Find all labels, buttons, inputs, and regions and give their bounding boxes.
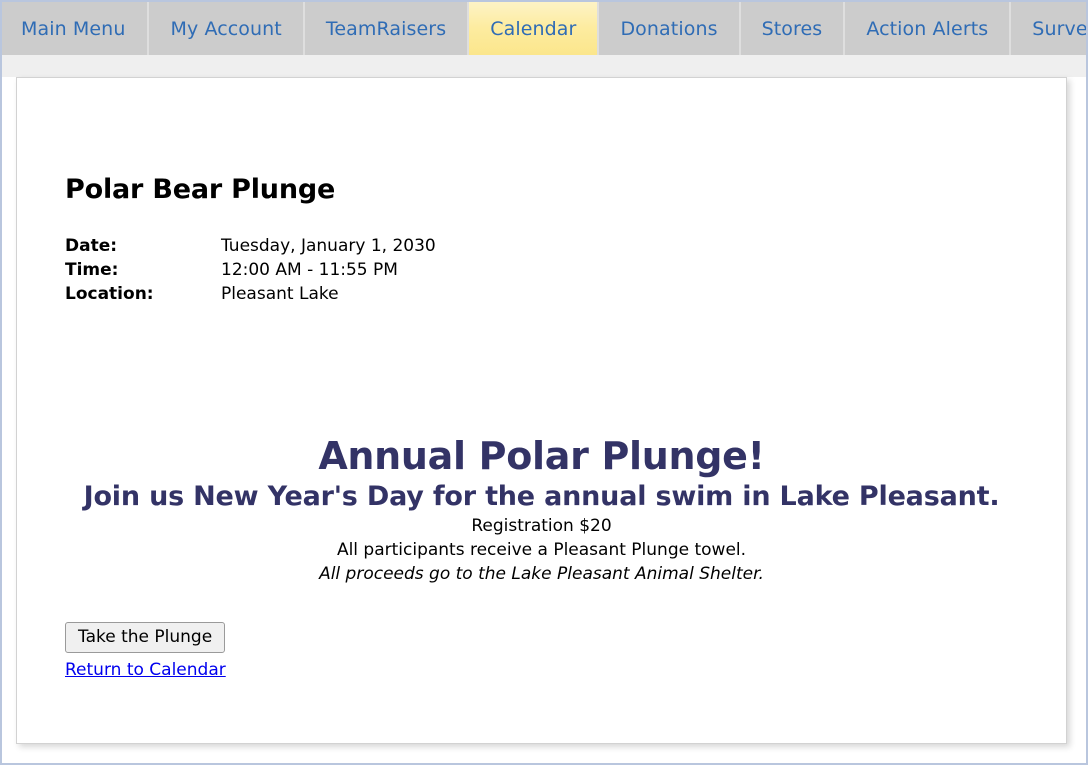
return-to-calendar-link[interactable]: Return to Calendar <box>65 659 226 681</box>
tab-main-menu[interactable]: Main Menu <box>2 2 150 55</box>
detail-value-time: 12:00 AM - 11:55 PM <box>221 260 398 280</box>
tab-survey[interactable]: Survey <box>1011 2 1088 55</box>
tab-label: Calendar <box>490 17 577 40</box>
content-panel-inner: Polar Bear Plunge Date: Tuesday, January… <box>17 78 1066 743</box>
browser-page: Main Menu My Account TeamRaisers Calenda… <box>0 0 1088 765</box>
action-area: Take the Plunge Return to Calendar <box>65 622 226 681</box>
tab-teamraisers[interactable]: TeamRaisers <box>304 2 470 55</box>
tab-action-alerts[interactable]: Action Alerts <box>845 2 1012 55</box>
tab-bar-underband <box>2 55 1086 77</box>
content-panel: Polar Bear Plunge Date: Tuesday, January… <box>16 77 1067 744</box>
tab-stores[interactable]: Stores <box>740 2 846 55</box>
detail-label-date: Date: <box>65 236 118 256</box>
tab-label: Donations <box>620 17 718 40</box>
promo-block: Annual Polar Plunge! Join us New Year's … <box>17 433 1066 586</box>
promo-headline: Annual Polar Plunge! <box>318 434 765 478</box>
tab-label: Action Alerts <box>866 17 989 40</box>
detail-label-time: Time: <box>65 260 119 280</box>
tab-label: Stores <box>761 17 823 40</box>
table-row: Date: Tuesday, January 1, 2030 <box>65 234 436 258</box>
tab-calendar[interactable]: Calendar <box>469 2 600 55</box>
tab-label: My Account <box>170 17 282 40</box>
tab-label: Main Menu <box>21 17 126 40</box>
calendar-link-row: Return to Calendar <box>65 653 226 681</box>
primary-nav-tabs: Main Menu My Account TeamRaisers Calenda… <box>2 2 1086 55</box>
detail-label-location: Location: <box>65 284 154 304</box>
tab-donations[interactable]: Donations <box>599 2 741 55</box>
plunge-button-row: Take the Plunge <box>65 622 226 653</box>
page-title: Polar Bear Plunge <box>65 174 336 205</box>
tab-label: TeamRaisers <box>325 17 447 40</box>
detail-value-location: Pleasant Lake <box>221 284 339 304</box>
promo-registration-line: Registration $20 <box>471 516 612 536</box>
table-row: Location: Pleasant Lake <box>65 282 436 306</box>
table-row: Time: 12:00 AM - 11:55 PM <box>65 258 436 282</box>
detail-value-date: Tuesday, January 1, 2030 <box>221 236 436 256</box>
promo-proceeds-line: All proceeds go to the Lake Pleasant Ani… <box>319 564 764 584</box>
take-the-plunge-button[interactable]: Take the Plunge <box>65 622 226 653</box>
tab-my-account[interactable]: My Account <box>149 2 305 55</box>
promo-subheadline: Join us New Year's Day for the annual sw… <box>83 481 1000 512</box>
event-details-table: Date: Tuesday, January 1, 2030 Time: 12:… <box>65 234 436 306</box>
tab-label: Survey <box>1032 17 1088 40</box>
promo-towel-line: All participants receive a Pleasant Plun… <box>336 540 747 560</box>
